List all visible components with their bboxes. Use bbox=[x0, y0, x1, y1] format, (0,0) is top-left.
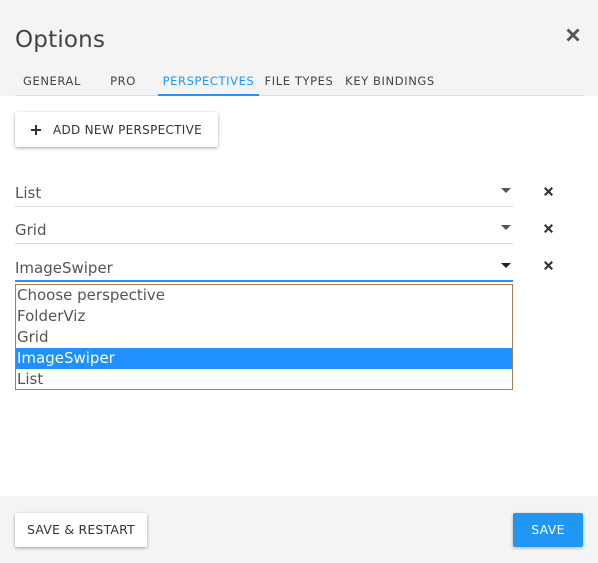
dropdown-option-choose[interactable]: Choose perspective bbox=[16, 285, 512, 306]
dropdown-option-folderviz[interactable]: FolderViz bbox=[16, 306, 512, 327]
tab-file-types[interactable]: FILE TYPES bbox=[260, 66, 338, 96]
dialog-header: Options GENERAL PRO PERSPECTIVES FILE TY… bbox=[0, 0, 598, 96]
remove-icon[interactable] bbox=[543, 260, 554, 271]
perspective-select-value: Grid bbox=[15, 221, 47, 239]
dialog-footer: SAVE & RESTART SAVE bbox=[0, 496, 598, 563]
remove-icon[interactable] bbox=[543, 223, 554, 234]
perspective-select-grid[interactable]: Grid bbox=[15, 218, 513, 244]
caret-down-icon bbox=[501, 263, 511, 268]
plus-icon bbox=[30, 124, 41, 135]
dialog-title: Options bbox=[15, 27, 106, 53]
options-tabs: GENERAL PRO PERSPECTIVES FILE TYPES KEY … bbox=[15, 66, 583, 96]
dropdown-option-list[interactable]: List bbox=[16, 369, 512, 390]
save-button[interactable]: SAVE bbox=[513, 513, 583, 547]
tab-pro[interactable]: PRO bbox=[89, 66, 157, 96]
perspective-select-value: List bbox=[15, 184, 42, 202]
perspective-select-value: ImageSwiper bbox=[15, 259, 113, 277]
close-icon[interactable] bbox=[563, 25, 583, 45]
add-perspective-label: ADD NEW PERSPECTIVE bbox=[52, 122, 203, 137]
tab-perspectives[interactable]: PERSPECTIVES bbox=[158, 66, 259, 96]
tab-key-bindings[interactable]: KEY BINDINGS bbox=[340, 66, 440, 96]
caret-down-icon bbox=[501, 188, 511, 193]
save-restart-button[interactable]: SAVE & RESTART bbox=[15, 513, 147, 547]
perspective-select-imageswiper[interactable]: ImageSwiper bbox=[15, 256, 513, 282]
perspective-dropdown-list: Choose perspective FolderViz Grid ImageS… bbox=[15, 284, 513, 390]
perspective-select-list[interactable]: List bbox=[15, 181, 513, 207]
tab-general[interactable]: GENERAL bbox=[15, 66, 89, 96]
dropdown-option-imageswiper[interactable]: ImageSwiper bbox=[16, 348, 512, 369]
caret-down-icon bbox=[501, 225, 511, 230]
dropdown-option-grid[interactable]: Grid bbox=[16, 327, 512, 348]
remove-icon[interactable] bbox=[543, 186, 554, 197]
add-perspective-button[interactable]: ADD NEW PERSPECTIVE bbox=[15, 112, 218, 147]
